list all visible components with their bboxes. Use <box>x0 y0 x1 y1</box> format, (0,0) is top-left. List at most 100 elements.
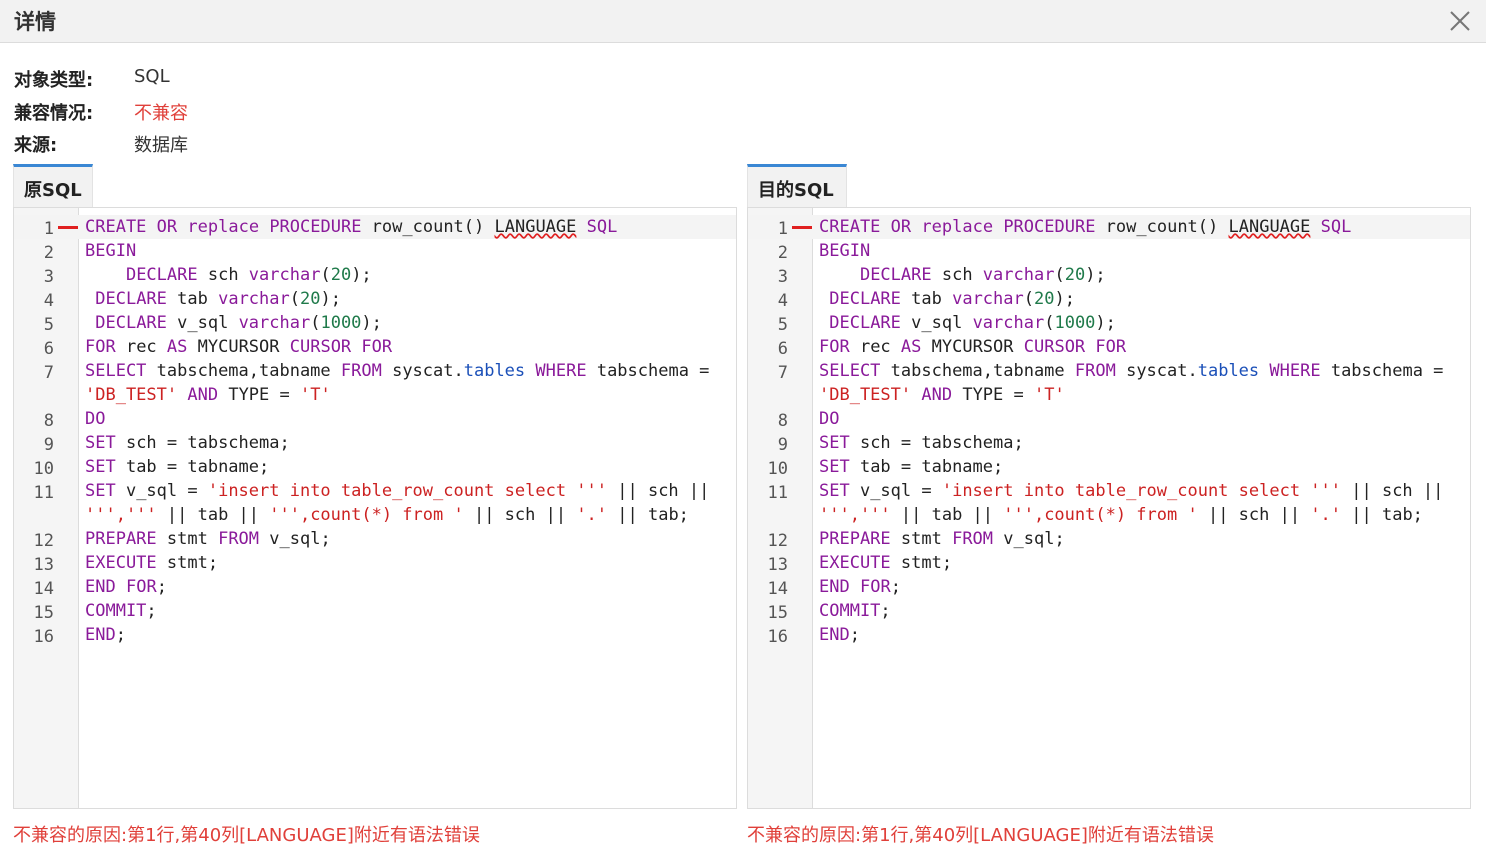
code-text: FOR rec AS MYCURSOR CURSOR FOR <box>819 337 1127 357</box>
code-line: 12 PREPARE stmt FROM v_sql; <box>748 527 1470 551</box>
line-number: 2 <box>777 243 788 263</box>
object-type-label: 对象类型: <box>14 70 94 91</box>
code-text: DECLARE v_sql varchar(1000); <box>829 313 1116 333</box>
code-line: 14 END FOR; <box>14 575 736 599</box>
source-label: 来源: <box>14 135 58 156</box>
code-text: EXECUTE stmt; <box>819 553 953 573</box>
code-text: COMMIT; <box>85 601 157 621</box>
code-line: 13 EXECUTE stmt; <box>748 551 1470 575</box>
code-line: 1 CREATE OR replace PROCEDURE row_count()… <box>14 215 736 239</box>
code-line: 6 FOR rec AS MYCURSOR CURSOR FOR <box>748 335 1470 359</box>
line-number: 7 <box>777 363 788 383</box>
line-number: 3 <box>43 267 54 287</box>
line-number: 8 <box>777 411 788 431</box>
code-line: 4 DECLARE tab varchar(20); <box>748 287 1470 311</box>
code-text: SELECT tabschema,tabname FROM syscat.tab… <box>819 361 1454 405</box>
code-line: 1 CREATE OR replace PROCEDURE row_count()… <box>748 215 1470 239</box>
code-text: SELECT tabschema,tabname FROM syscat.tab… <box>85 361 720 405</box>
code-line: 2 BEGIN <box>14 239 736 263</box>
code-line: 10 SET tab = tabname; <box>748 455 1470 479</box>
compat-label: 兼容情况: <box>14 103 94 124</box>
code-text: END; <box>85 625 126 645</box>
code-text: END FOR; <box>85 577 167 597</box>
code-text: SET sch = tabschema; <box>85 433 290 453</box>
line-number: 11 <box>33 483 54 503</box>
code-text: DECLARE sch varchar(20); <box>125 265 372 285</box>
code-line: 8 DO <box>748 407 1470 431</box>
line-number: 11 <box>767 483 788 503</box>
code-line: 15 COMMIT; <box>14 599 736 623</box>
code-line: 11 SET v_sql = 'insert into table_row_cou… <box>748 479 1470 527</box>
code-line: 9 SET sch = tabschema; <box>14 431 736 455</box>
code-text: END FOR; <box>819 577 901 597</box>
code-text: BEGIN <box>85 241 137 261</box>
line-number: 9 <box>777 435 788 455</box>
line-number: 15 <box>33 603 54 623</box>
code-lines: 1 CREATE OR replace PROCEDURE row_count()… <box>748 215 1470 647</box>
code-text: SET tab = tabname; <box>819 457 1004 477</box>
target-sql-editor[interactable]: 1 CREATE OR replace PROCEDURE row_count()… <box>747 207 1471 809</box>
code-line: 7 SELECT tabschema,tabname FROM syscat.ta… <box>748 359 1470 407</box>
code-line: 16 END; <box>748 623 1470 647</box>
error-marker-icon <box>58 226 78 229</box>
line-number: 13 <box>767 555 788 575</box>
code-text: DECLARE v_sql varchar(1000); <box>95 313 382 333</box>
code-text: DO <box>85 409 106 429</box>
code-text: COMMIT; <box>819 601 891 621</box>
code-text: DECLARE sch varchar(20); <box>859 265 1106 285</box>
code-line: 2 BEGIN <box>748 239 1470 263</box>
source-error-reason: 不兼容的原因:第1行,第40列[LANGUAGE]附近有语法错误 <box>13 825 480 846</box>
code-text: SET sch = tabschema; <box>819 433 1024 453</box>
line-number: 3 <box>777 267 788 287</box>
code-text: CREATE OR replace PROCEDURE row_count() … <box>85 217 618 237</box>
code-line: 12 PREPARE stmt FROM v_sql; <box>14 527 736 551</box>
close-button[interactable] <box>1446 7 1474 35</box>
code-line: 10 SET tab = tabname; <box>14 455 736 479</box>
line-number: 10 <box>767 459 788 479</box>
code-text: END; <box>819 625 860 645</box>
tab-source-sql[interactable]: 原SQL <box>13 164 93 208</box>
code-line: 3 DECLARE sch varchar(20); <box>14 263 736 287</box>
line-number: 4 <box>777 291 788 311</box>
line-number: 16 <box>767 627 788 647</box>
code-text: SET tab = tabname; <box>85 457 270 477</box>
line-number: 13 <box>33 555 54 575</box>
line-number: 8 <box>43 411 54 431</box>
line-number: 1 <box>43 219 54 239</box>
line-number: 14 <box>33 579 54 599</box>
line-number: 6 <box>777 339 788 359</box>
code-text: EXECUTE stmt; <box>85 553 219 573</box>
code-line: 8 DO <box>14 407 736 431</box>
code-text: DO <box>819 409 840 429</box>
line-number: 5 <box>43 315 54 335</box>
code-text: DECLARE tab varchar(20); <box>829 289 1075 309</box>
line-number: 12 <box>33 531 54 551</box>
target-error-reason: 不兼容的原因:第1行,第40列[LANGUAGE]附近有语法错误 <box>747 825 1214 846</box>
code-line: 6 FOR rec AS MYCURSOR CURSOR FOR <box>14 335 736 359</box>
error-marker-icon <box>792 226 812 229</box>
tab-target-sql[interactable]: 目的SQL <box>747 164 847 208</box>
code-text: DECLARE tab varchar(20); <box>95 289 341 309</box>
source-value: 数据库 <box>134 135 188 156</box>
code-lines: 1 CREATE OR replace PROCEDURE row_count()… <box>14 215 736 647</box>
close-icon <box>1450 11 1470 31</box>
code-line: 7 SELECT tabschema,tabname FROM syscat.ta… <box>14 359 736 407</box>
line-number: 12 <box>767 531 788 551</box>
source-sql-editor[interactable]: 1 CREATE OR replace PROCEDURE row_count()… <box>13 207 737 809</box>
code-line: 4 DECLARE tab varchar(20); <box>14 287 736 311</box>
code-line: 5 DECLARE v_sql varchar(1000); <box>14 311 736 335</box>
code-text: BEGIN <box>819 241 871 261</box>
line-number: 6 <box>43 339 54 359</box>
line-number: 4 <box>43 291 54 311</box>
code-text: SET v_sql = 'insert into table_row_count… <box>85 481 720 525</box>
code-line: 15 COMMIT; <box>748 599 1470 623</box>
line-number: 15 <box>767 603 788 623</box>
code-line: 13 EXECUTE stmt; <box>14 551 736 575</box>
code-line: 3 DECLARE sch varchar(20); <box>748 263 1470 287</box>
line-number: 14 <box>767 579 788 599</box>
line-number: 9 <box>43 435 54 455</box>
object-type-value: SQL <box>134 66 170 87</box>
line-number: 10 <box>33 459 54 479</box>
code-line: 14 END FOR; <box>748 575 1470 599</box>
code-text: PREPARE stmt FROM v_sql; <box>85 529 331 549</box>
